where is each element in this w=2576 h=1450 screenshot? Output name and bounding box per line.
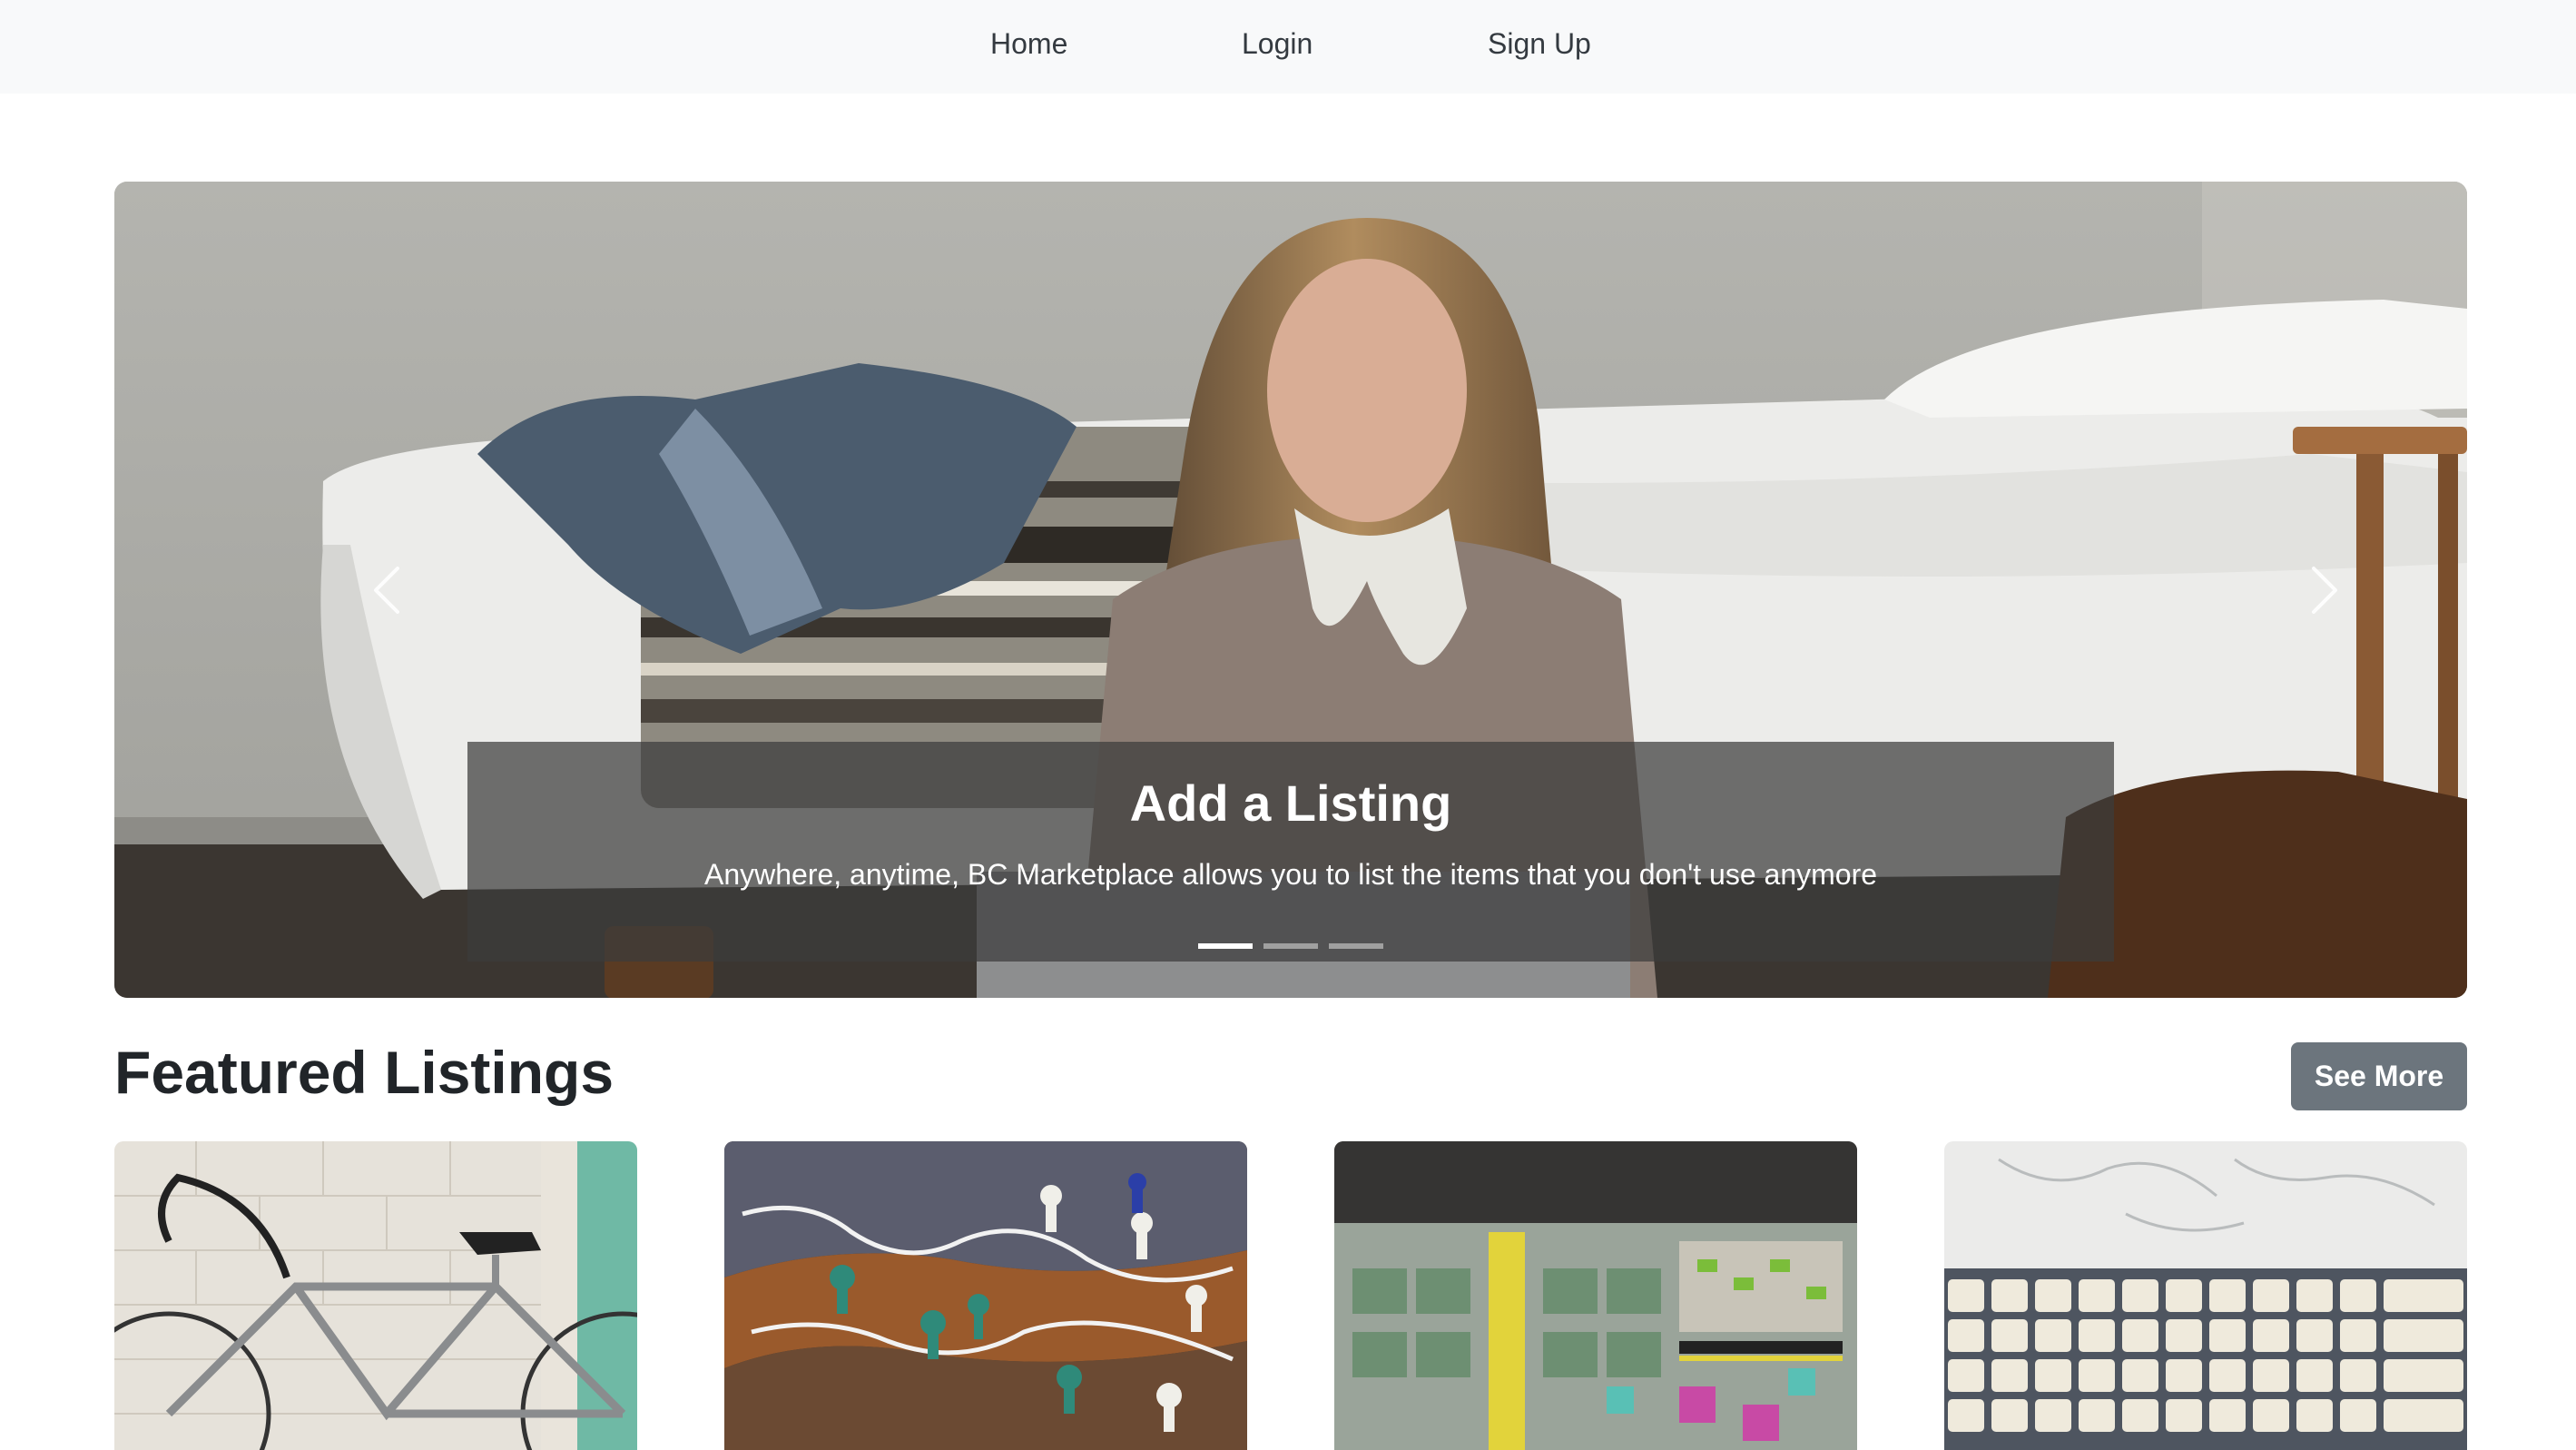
carousel-indicator-1[interactable] — [1198, 943, 1253, 949]
bicycle-photo — [114, 1141, 637, 1450]
carousel-indicators — [467, 943, 2114, 949]
board-game-miniatures-photo — [724, 1141, 1247, 1450]
caption-text: Anywhere, anytime, BC Marketplace allows… — [703, 858, 1878, 891]
carousel-next-button[interactable] — [2288, 545, 2361, 636]
chevron-left-icon — [374, 567, 399, 614]
featured-listings-title: Featured Listings — [114, 1039, 615, 1106]
listing-card[interactable] — [1944, 1141, 2467, 1450]
keyboard-photo — [1944, 1141, 2467, 1450]
see-more-button[interactable]: See More — [2291, 1042, 2467, 1110]
carousel-prev-button[interactable] — [350, 545, 423, 636]
listing-card[interactable] — [724, 1141, 1247, 1450]
board-game-tiles-photo — [1334, 1141, 1857, 1450]
hero-carousel: Add a Listing Anywhere, anytime, BC Mark… — [114, 182, 2467, 998]
nav-login-link[interactable]: Login — [1242, 0, 1313, 87]
listing-card[interactable] — [114, 1141, 637, 1450]
carousel-indicator-3[interactable] — [1329, 943, 1383, 949]
caption-title: Add a Listing — [1129, 774, 1452, 832]
chevron-right-icon — [2312, 567, 2337, 614]
nav-signup-link[interactable]: Sign Up — [1488, 0, 1591, 87]
nav-home-link[interactable]: Home — [990, 0, 1067, 87]
carousel-indicator-2[interactable] — [1263, 943, 1318, 949]
listing-card[interactable] — [1334, 1141, 1857, 1450]
navbar: Home Login Sign Up — [0, 0, 2576, 94]
carousel-caption: Add a Listing Anywhere, anytime, BC Mark… — [467, 742, 2114, 962]
